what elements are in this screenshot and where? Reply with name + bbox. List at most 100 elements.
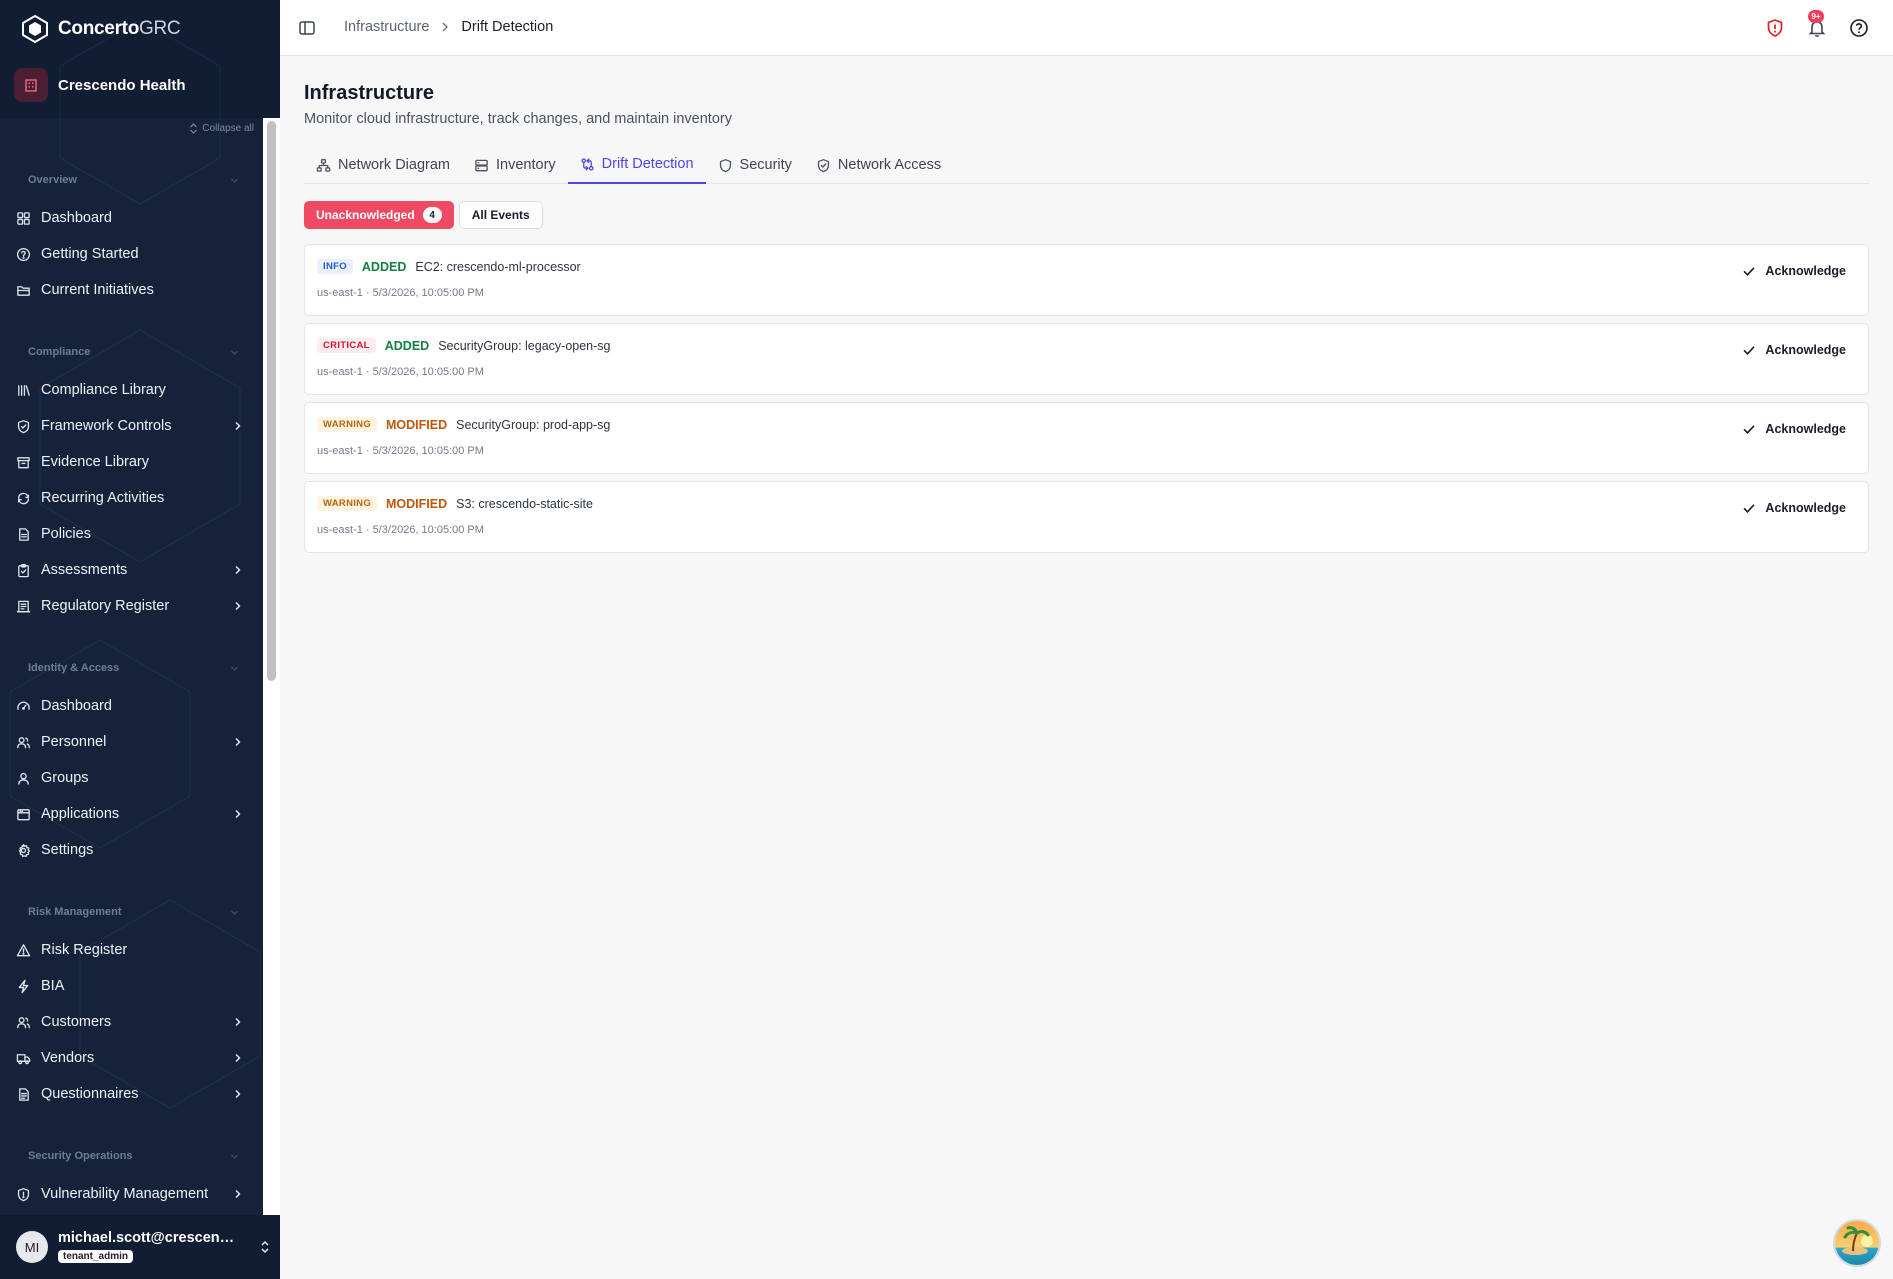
nav-section-title: Identity & Access <box>28 662 120 674</box>
tab-drift-detection[interactable]: Drift Detection <box>567 146 706 184</box>
tab-security[interactable]: Security <box>706 146 804 184</box>
shield-check-icon <box>17 419 30 433</box>
help-circle-icon[interactable] <box>1849 18 1869 38</box>
sidebar-item-label: Regulatory Register <box>41 598 170 614</box>
tab-network-diagram[interactable]: Network Diagram <box>304 146 462 184</box>
sidebar-item-risk-management-risk-register[interactable]: Risk Register <box>0 932 263 968</box>
event-meta: us-east-1 · 5/3/2026, 10:05:00 PM <box>317 445 484 457</box>
sidebar-toggle-icon[interactable] <box>298 19 316 37</box>
sidebar-item-risk-management-customers[interactable]: Customers <box>0 1004 263 1040</box>
document-icon <box>19 527 29 541</box>
library-icon <box>18 384 30 396</box>
tab-inventory[interactable]: Inventory <box>462 146 568 184</box>
acknowledge-button[interactable]: Acknowledge <box>1742 338 1846 362</box>
severity-badge: INFO <box>317 259 353 274</box>
check-icon <box>1743 425 1756 434</box>
assistant-avatar-button[interactable] <box>1833 1219 1881 1267</box>
sidebar-item-label: Framework Controls <box>41 418 172 434</box>
chevron-down-icon <box>231 350 238 355</box>
island-avatar-icon <box>1835 1221 1879 1265</box>
nav-section-compliance[interactable]: Compliance <box>0 332 263 372</box>
chevron-right-icon <box>235 737 241 747</box>
sidebar-item-label: Getting Started <box>41 246 139 262</box>
sidebar-item-compliance-assessments[interactable]: Assessments <box>0 552 263 588</box>
tab-label: Network Diagram <box>338 157 450 173</box>
nav-section-title: Security Operations <box>28 1150 133 1162</box>
severity-badge: CRITICAL <box>317 338 376 353</box>
sidebar-item-overview-getting-started[interactable]: Getting Started <box>0 236 263 272</box>
tab-network-access[interactable]: Network Access <box>804 146 953 184</box>
sidebar-item-label: Dashboard <box>41 210 112 226</box>
notification-badge: 9+ <box>1808 10 1824 23</box>
sidebar-item-compliance-policies[interactable]: Policies <box>0 516 263 552</box>
event-meta: us-east-1 · 5/3/2026, 10:05:00 PM <box>317 524 484 536</box>
sidebar-item-label: Personnel <box>41 734 107 750</box>
nav-section-security-operations[interactable]: Security Operations <box>0 1136 263 1176</box>
filter-unacknowledged[interactable]: Unacknowledged 4 <box>304 201 454 229</box>
nav-section-risk-management[interactable]: Risk Management <box>0 892 263 932</box>
building-icon <box>14 68 48 102</box>
nav-section-identity-access[interactable]: Identity & Access <box>0 648 263 688</box>
breadcrumb-infrastructure[interactable]: Infrastructure <box>344 19 429 35</box>
nav-section-gap <box>0 308 263 332</box>
severity-badge: WARNING <box>317 496 378 511</box>
sidebar-item-compliance-evidence-library[interactable]: Evidence Library <box>0 444 263 480</box>
sidebar-item-label: Settings <box>41 842 94 858</box>
avatar: MI <box>16 1231 48 1263</box>
sidebar-item-compliance-compliance-library[interactable]: Compliance Library <box>0 372 263 408</box>
server-icon <box>475 159 488 171</box>
sidebar-item-label: BIA <box>41 978 65 994</box>
sidebar-item-label: Applications <box>41 806 120 822</box>
sidebar-item-label: Evidence Library <box>41 454 149 470</box>
gauge-icon <box>17 701 30 710</box>
sidebar-item-identity-access-applications[interactable]: Applications <box>0 796 263 832</box>
chevron-down-icon <box>231 910 238 915</box>
chevron-right-icon <box>235 601 241 611</box>
sidebar-item-compliance-framework-controls[interactable]: Framework Controls <box>0 408 263 444</box>
filter-all-events[interactable]: All Events <box>458 201 543 229</box>
sidebar-item-compliance-recurring-activities[interactable]: Recurring Activities <box>0 480 263 516</box>
page-subtitle: Monitor cloud infrastructure, track chan… <box>304 111 732 127</box>
sidebar-item-identity-access-dashboard[interactable]: Dashboard <box>0 688 263 724</box>
chevron-right-icon <box>235 1089 241 1099</box>
nav-section-gap <box>0 624 263 648</box>
resource-name: S3: crescendo-static-site <box>456 496 593 511</box>
tab-label: Inventory <box>496 157 556 173</box>
org-switcher[interactable]: Crescendo Health <box>14 68 186 102</box>
sidebar-item-risk-management-questionnaires[interactable]: Questionnaires <box>0 1076 263 1112</box>
sidebar-item-identity-access-settings[interactable]: Settings <box>0 832 263 868</box>
user-menu[interactable]: MI michael.scott@crescendohealth.com ten… <box>0 1215 280 1279</box>
check-icon <box>1743 267 1756 276</box>
truck-icon <box>16 1053 31 1064</box>
sidebar-item-identity-access-groups[interactable]: Groups <box>0 760 263 796</box>
sidebar-item-security-operations-vulnerability-management[interactable]: Vulnerability Management <box>0 1176 263 1212</box>
sidebar-item-overview-dashboard[interactable]: Dashboard <box>0 200 263 236</box>
acknowledge-label: Acknowledge <box>1765 343 1846 357</box>
sidebar-item-risk-management-bia[interactable]: BIA <box>0 968 263 1004</box>
app-logo[interactable]: ConcertoGRC <box>20 14 181 44</box>
acknowledge-button[interactable]: Acknowledge <box>1742 259 1846 283</box>
collapse-icon <box>190 123 198 134</box>
sidebar-item-identity-access-personnel[interactable]: Personnel <box>0 724 263 760</box>
nav-section-gap <box>0 868 263 892</box>
acknowledge-button[interactable]: Acknowledge <box>1742 496 1846 520</box>
chevron-right-icon <box>235 565 241 575</box>
sidebar-item-risk-management-vendors[interactable]: Vendors <box>0 1040 263 1076</box>
check-icon <box>1743 346 1756 355</box>
sidebar: ConcertoGRC Crescendo Health Collapse al… <box>0 0 280 1279</box>
collapse-all-button[interactable]: Collapse all <box>189 123 254 134</box>
acknowledge-label: Acknowledge <box>1765 501 1846 515</box>
change-type: MODIFIED <box>386 496 448 511</box>
sidebar-item-compliance-regulatory-register[interactable]: Regulatory Register <box>0 588 263 624</box>
org-name: Crescendo Health <box>58 76 186 94</box>
sidebar-item-overview-current-initiatives[interactable]: Current Initiatives <box>0 272 263 308</box>
security-alert-icon[interactable] <box>1765 18 1785 38</box>
warning-triangle-icon <box>16 943 31 956</box>
help-circle-icon <box>16 247 31 261</box>
nav-section-overview[interactable]: Overview <box>0 160 263 200</box>
chevron-right-icon <box>235 1053 241 1063</box>
acknowledge-button[interactable]: Acknowledge <box>1742 417 1846 441</box>
sidebar-item-label: Questionnaires <box>41 1086 139 1102</box>
chevron-down-icon <box>231 666 238 671</box>
sidebar-scrollbar-thumb[interactable] <box>267 121 276 681</box>
